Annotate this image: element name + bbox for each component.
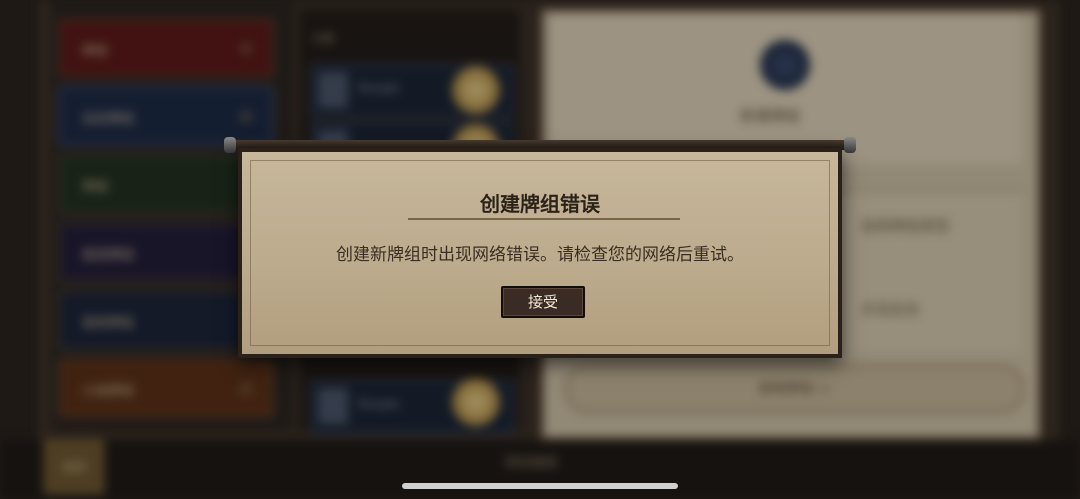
accept-button[interactable]: 接受 <box>501 286 585 318</box>
rod-cap-right <box>844 137 856 153</box>
title-divider <box>408 218 680 220</box>
error-dialog: 创建牌组错误 创建新牌组时出现网络错误。请检查您的网络后重试。 接受 <box>238 148 842 358</box>
home-indicator[interactable] <box>402 483 678 489</box>
dialog-message: 创建新牌组时出现网络错误。请检查您的网络后重试。 <box>336 245 744 265</box>
dialog-title: 创建牌组错误 <box>480 192 600 216</box>
rod-cap-left <box>224 137 236 153</box>
